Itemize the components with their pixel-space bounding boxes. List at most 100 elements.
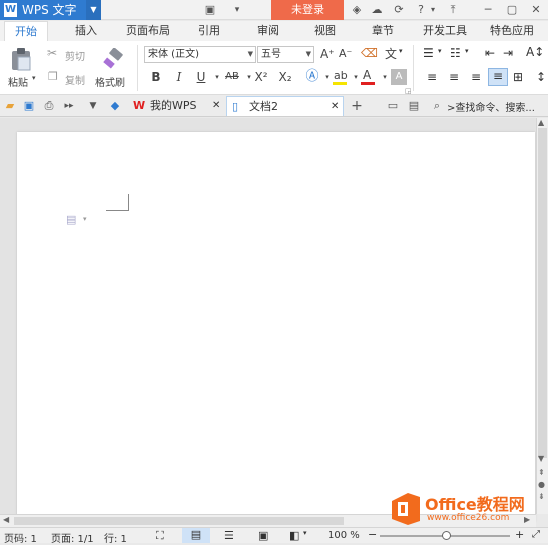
tab-insert[interactable]: 插入 (66, 21, 106, 41)
clear-format-icon[interactable]: ⌫ (361, 46, 378, 60)
cut-button[interactable]: ✂ 剪切 (47, 46, 91, 63)
numbered-list-icon[interactable]: ☷ (450, 46, 461, 60)
command-search-input[interactable]: >查找命令、搜索... (447, 99, 535, 114)
scroll-left-icon[interactable]: ◀ (3, 515, 9, 524)
chevron-down-icon[interactable]: ▾ (83, 215, 87, 223)
scroll-up-icon[interactable]: ▲ (538, 118, 544, 127)
highlight-button[interactable]: ab (332, 69, 348, 85)
decrease-indent-icon[interactable]: ⇤ (485, 46, 495, 60)
cube-icon[interactable]: ◆ (108, 99, 122, 113)
page-view-icon[interactable]: ▤ (182, 528, 210, 543)
chevron-down-icon[interactable]: ▾ (438, 47, 442, 55)
scroll-thumb[interactable] (14, 517, 344, 525)
sync-icon[interactable]: ⟳ (392, 3, 406, 17)
tab-my-wps[interactable]: W 我的WPS ✕ (128, 96, 224, 116)
skin-icon[interactable]: ▣ (203, 3, 217, 17)
document-page[interactable]: ▤ ▾ (17, 132, 535, 522)
chevron-down-icon[interactable]: ▾ (465, 47, 469, 55)
chevron-down-icon[interactable]: ▾ (399, 47, 403, 55)
app-menu-button[interactable]: W WPS 文字 ▼ (0, 0, 101, 20)
paste-options-icon[interactable]: ▤ (66, 213, 76, 226)
font-name-select[interactable]: 宋体 (正文) ▼ (144, 46, 256, 63)
minimize-icon[interactable]: ─ (481, 3, 495, 17)
wps-logo-icon: W (133, 99, 146, 112)
shield-icon[interactable]: ◈ (350, 3, 364, 17)
distribute-icon[interactable]: ⊞ (513, 70, 523, 84)
tab-developer-tools[interactable]: 开发工具 (418, 21, 472, 41)
tab-document-2[interactable]: ▯ 文档2 ✕ (226, 96, 344, 116)
chevron-down-icon[interactable]: ▼ (86, 0, 101, 20)
tab-page-layout[interactable]: 页面布局 (120, 21, 176, 41)
zoom-in-icon[interactable]: + (515, 528, 524, 541)
scroll-thumb[interactable] (538, 128, 547, 458)
align-center-icon[interactable]: ≡ (449, 70, 459, 84)
strikethrough-button[interactable]: AB (222, 69, 242, 85)
close-icon[interactable]: ✕ (529, 3, 543, 17)
vertical-scrollbar[interactable]: ▲ ▼ ⇞ ● ⇟ (536, 118, 548, 514)
maximize-icon[interactable]: ▢ (505, 3, 519, 17)
chevron-down-icon: ▼ (247, 50, 253, 58)
format-painter-button[interactable]: 格式刷 (94, 45, 132, 91)
close-icon[interactable]: ✕ (331, 97, 339, 117)
grow-font-button[interactable]: A⁺ (320, 47, 335, 61)
text-direction-icon[interactable]: A↕ (526, 45, 544, 59)
bold-button[interactable]: B (148, 69, 164, 85)
align-right-icon[interactable]: ≡ (471, 70, 481, 84)
phonetic-guide-icon[interactable]: 文 (385, 45, 397, 62)
window-icon[interactable]: ▭ (386, 99, 400, 113)
tab-special-apps[interactable]: 特色应用 (483, 21, 541, 41)
chevron-down-icon[interactable]: ▼ (86, 99, 100, 113)
print-preview-icon[interactable]: ⎙ (42, 99, 56, 113)
tab-references[interactable]: 引用 (191, 21, 227, 41)
fit-page-icon[interactable]: ⤢ (532, 529, 540, 540)
tab-home[interactable]: 开始 (4, 21, 48, 41)
login-button[interactable]: 未登录 (271, 0, 344, 20)
layout-icon[interactable]: ▤ (407, 99, 421, 113)
folder-icon[interactable]: ▰ (3, 99, 17, 113)
full-screen-view-icon[interactable]: ⛶ (156, 529, 164, 543)
web-view-icon[interactable]: ▣ (258, 529, 268, 542)
tab-review[interactable]: 审阅 (250, 21, 286, 41)
read-view-icon[interactable]: ◧ (289, 529, 299, 542)
italic-button[interactable]: I (171, 69, 187, 85)
watermark-logo: Office教程网 www.office26.com (386, 489, 546, 527)
zoom-slider-thumb[interactable] (442, 531, 451, 540)
underline-button[interactable]: U (193, 69, 209, 85)
font-color-button[interactable]: A (360, 68, 376, 85)
justify-icon[interactable]: ≡ (488, 68, 508, 86)
close-icon[interactable]: ✕ (212, 96, 220, 116)
wps-logo-icon: W (4, 3, 17, 17)
highlight-color-bar (333, 82, 347, 85)
zoom-out-icon[interactable]: − (368, 528, 377, 541)
subscript-button[interactable]: X₂ (276, 69, 294, 85)
copy-button[interactable]: ❐ 复制 (47, 70, 91, 87)
scroll-down-icon[interactable]: ▼ (538, 454, 544, 463)
dropdown-icon[interactable]: ▾ (230, 3, 244, 17)
prev-page-icon[interactable]: ⇞ (538, 468, 545, 477)
save-icon[interactable]: ▣ (22, 99, 36, 113)
zoom-slider[interactable] (380, 531, 510, 540)
new-tab-icon[interactable]: + (350, 99, 364, 113)
superscript-button[interactable]: X² (252, 69, 270, 85)
paste-button[interactable]: 粘贴 ▾ (6, 45, 38, 91)
line-spacing-icon[interactable]: ↕ (536, 70, 546, 84)
chevron-down-icon[interactable]: ▾ (303, 529, 307, 537)
align-left-icon[interactable]: ≡ (427, 70, 437, 84)
more-icon[interactable]: ▸▸ (62, 99, 76, 113)
shrink-font-button[interactable]: A⁻ (339, 47, 352, 60)
chevron-down-icon[interactable]: ▾ (426, 3, 440, 17)
chevron-down-icon[interactable]: ▾ (32, 74, 36, 82)
outline-view-icon[interactable]: ☰ (224, 529, 234, 542)
cloud-icon[interactable]: ☁ (370, 3, 384, 17)
tab-chapter[interactable]: 章节 (365, 21, 401, 41)
bullet-list-icon[interactable]: ☰ (423, 46, 434, 60)
font-dialog-launcher-icon[interactable]: ◲ (405, 87, 412, 95)
increase-indent-icon[interactable]: ⇥ (503, 46, 513, 60)
tab-view[interactable]: 视图 (307, 21, 343, 41)
text-effect-icon[interactable]: Ⓐ (304, 69, 320, 85)
select-browse-icon[interactable]: ● (538, 480, 545, 489)
font-size-select[interactable]: 五号 ▼ (257, 46, 314, 63)
search-icon[interactable]: ⌕ (430, 99, 444, 113)
fullscreen-icon[interactable]: ⤒ (446, 3, 460, 17)
char-shading-icon[interactable]: A (391, 69, 407, 85)
